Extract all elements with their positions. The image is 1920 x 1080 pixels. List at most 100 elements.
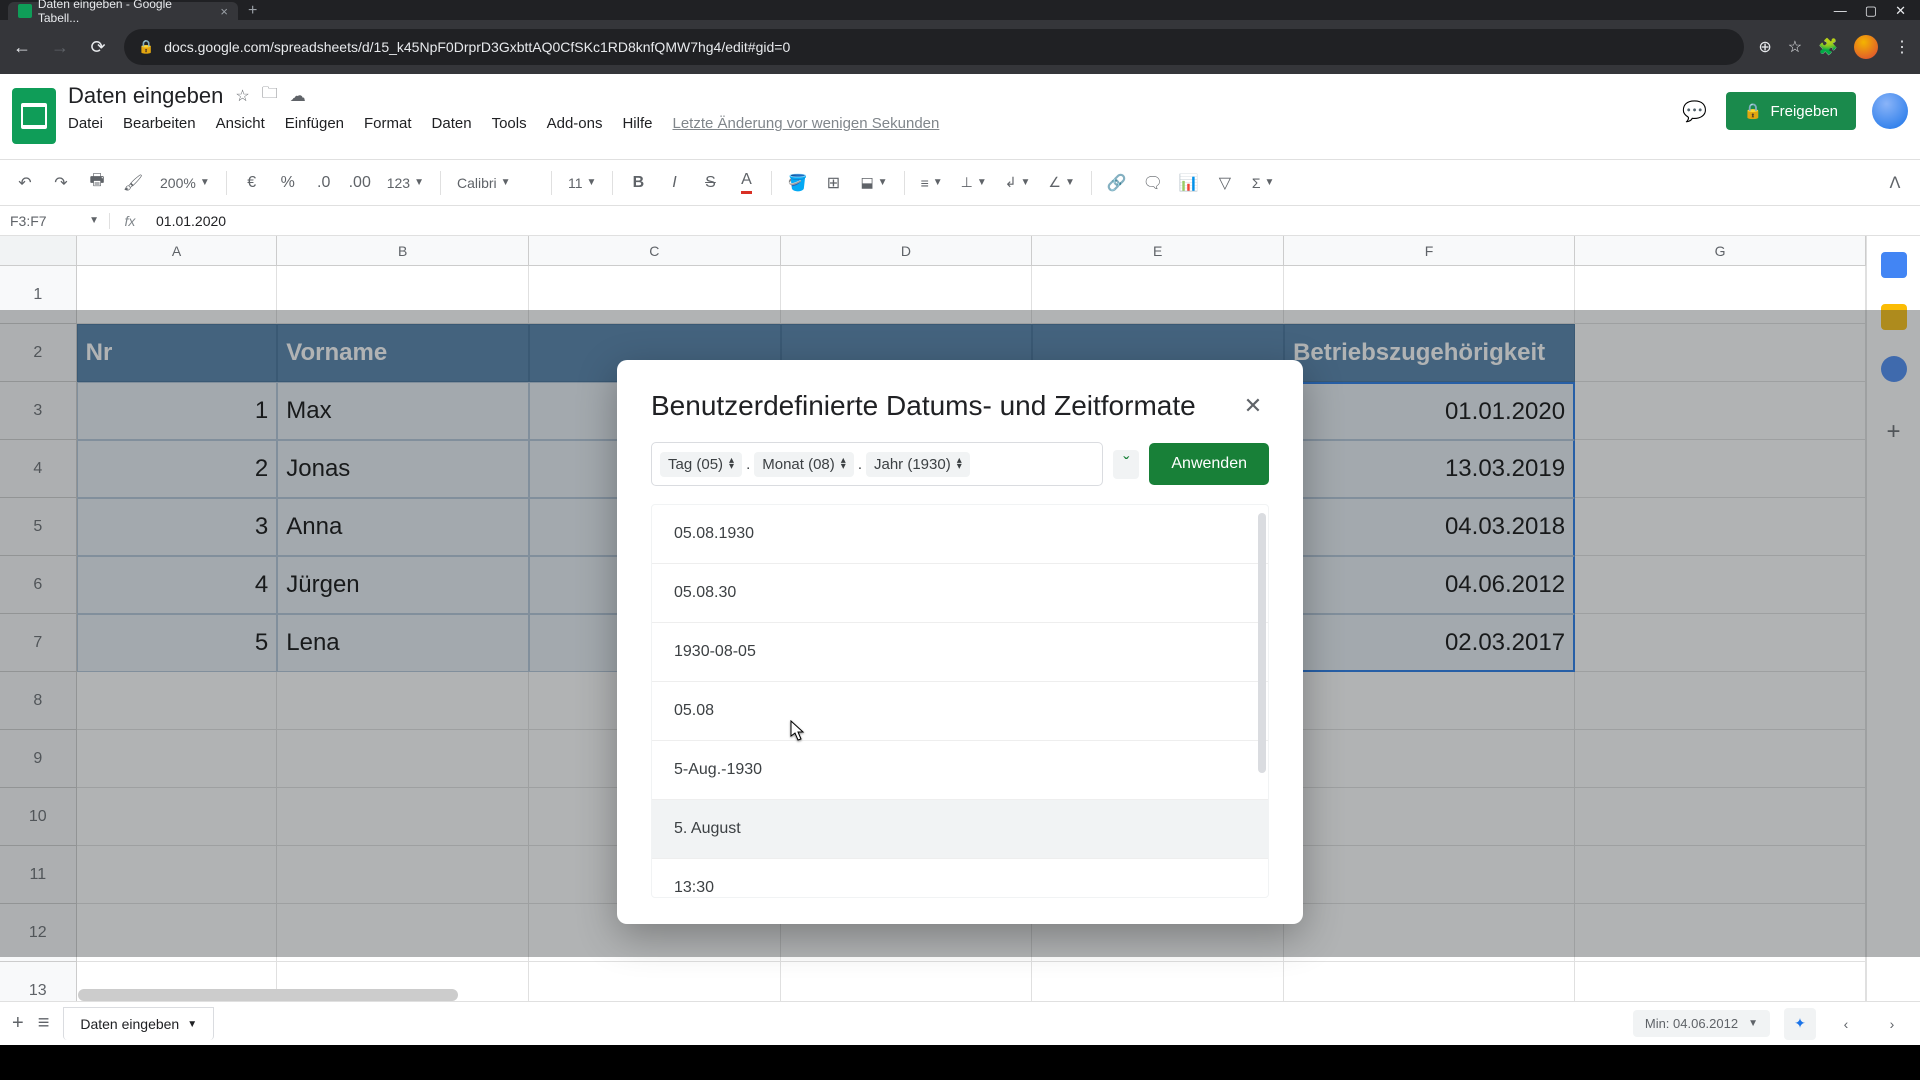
fill-color-button[interactable]: 🪣 (782, 168, 812, 198)
menu-data[interactable]: Daten (432, 115, 472, 132)
comments-icon[interactable]: 💬 (1680, 96, 1710, 126)
format-option[interactable]: 13:30 (652, 859, 1268, 898)
font-size-dropdown[interactable]: 11▼ (562, 175, 602, 191)
print-button[interactable]: 🖶 (82, 168, 112, 198)
format-option[interactable]: 05.08 (652, 682, 1268, 741)
add-sheet-button[interactable]: + (12, 1012, 24, 1035)
zoom-icon[interactable]: ⊕ (1758, 37, 1771, 57)
back-button[interactable]: ← (10, 37, 34, 58)
close-window-icon[interactable]: ✕ (1895, 3, 1906, 19)
account-avatar[interactable] (1872, 93, 1908, 129)
close-tab-icon[interactable]: × (220, 4, 228, 19)
column-header-G[interactable]: G (1575, 236, 1866, 265)
link-button[interactable]: 🔗 (1102, 168, 1132, 198)
text-color-button[interactable]: A (731, 168, 761, 198)
chart-button[interactable]: 📊 (1174, 168, 1204, 198)
filter-button[interactable]: ▽ (1210, 168, 1240, 198)
menu-edit[interactable]: Bearbeiten (123, 115, 196, 132)
paint-format-button[interactable]: 🖌 (118, 168, 148, 198)
close-dialog-button[interactable]: ✕ (1237, 393, 1269, 419)
cell[interactable] (1284, 962, 1575, 1001)
rotate-button[interactable]: ∠▼ (1042, 174, 1080, 191)
borders-button[interactable]: ⊞ (818, 168, 848, 198)
status-summary[interactable]: Min: 04.06.2012▼ (1633, 1010, 1770, 1037)
sheet-nav-left[interactable]: ‹ (1830, 1008, 1862, 1040)
format-list-scrollbar[interactable] (1258, 513, 1266, 773)
apply-button[interactable]: Anwenden (1149, 443, 1269, 485)
address-bar[interactable]: 🔒 docs.google.com/spreadsheets/d/15_k45N… (124, 29, 1744, 65)
browser-tab[interactable]: Daten eingeben - Google Tabell... × (8, 2, 238, 20)
merge-cells-button[interactable]: ⬓▼ (854, 174, 893, 191)
sheets-logo[interactable] (12, 88, 56, 144)
cell[interactable] (529, 962, 781, 1001)
column-header-C[interactable]: C (529, 236, 781, 265)
cell[interactable] (1575, 962, 1866, 1001)
collapse-toolbar-button[interactable]: ᐱ (1880, 168, 1910, 198)
format-option[interactable]: 5-Aug.-1930 (652, 741, 1268, 800)
format-option[interactable]: 05.08.30 (652, 564, 1268, 623)
menu-file[interactable]: Datei (68, 115, 103, 132)
currency-button[interactable]: € (237, 168, 267, 198)
menu-addons[interactable]: Add-ons (547, 115, 603, 132)
menu-format[interactable]: Format (364, 115, 412, 132)
last-edit-info[interactable]: Letzte Änderung vor wenigen Sekunden (672, 115, 939, 132)
comment-button[interactable]: 🗨 (1138, 168, 1168, 198)
strike-button[interactable]: S (695, 168, 725, 198)
cell[interactable] (1032, 962, 1284, 1001)
format-option[interactable]: 5. August (652, 800, 1268, 859)
menu-icon[interactable]: ⋮ (1894, 37, 1910, 57)
italic-button[interactable]: I (659, 168, 689, 198)
percent-button[interactable]: % (273, 168, 303, 198)
profile-avatar[interactable] (1854, 35, 1878, 59)
day-token[interactable]: Tag (05)▴▾ (660, 452, 742, 477)
maximize-icon[interactable]: ▢ (1865, 3, 1877, 19)
format-option[interactable]: 05.08.1930 (652, 505, 1268, 564)
sheet-nav-right[interactable]: › (1876, 1008, 1908, 1040)
increase-decimal-button[interactable]: .00 (345, 168, 375, 198)
name-box[interactable]: F3:F7▼ (0, 213, 110, 229)
menu-insert[interactable]: Einfügen (285, 115, 344, 132)
functions-button[interactable]: Σ▼ (1246, 175, 1281, 191)
horizontal-scrollbar[interactable] (78, 989, 458, 1001)
move-icon[interactable]: 🗀 (262, 82, 278, 109)
extensions-icon[interactable]: 🧩 (1818, 37, 1838, 57)
minimize-icon[interactable]: — (1834, 3, 1847, 19)
decrease-decimal-button[interactable]: .0 (309, 168, 339, 198)
document-title[interactable]: Daten eingeben (68, 83, 223, 109)
format-input[interactable]: Tag (05)▴▾ . Monat (08)▴▾ . Jahr (1930)▴… (651, 442, 1103, 486)
font-family-dropdown[interactable]: Calibri▼ (451, 175, 541, 191)
reload-button[interactable]: ⟳ (86, 37, 110, 58)
column-header-D[interactable]: D (781, 236, 1033, 265)
menu-help[interactable]: Hilfe (622, 115, 652, 132)
star-icon[interactable]: ☆ (235, 86, 249, 106)
share-button[interactable]: 🔒 Freigeben (1726, 92, 1856, 130)
bookmark-icon[interactable]: ☆ (1788, 37, 1802, 57)
number-format-dropdown[interactable]: 123▼ (381, 175, 430, 191)
cloud-icon[interactable]: ☁ (290, 86, 306, 106)
all-sheets-button[interactable]: ≡ (38, 1012, 50, 1035)
menu-view[interactable]: Ansicht (216, 115, 265, 132)
wrap-button[interactable]: ↲▼ (999, 174, 1037, 191)
calendar-sidebar-icon[interactable] (1881, 252, 1907, 278)
add-token-button[interactable]: ˇ (1113, 450, 1139, 479)
sheet-tab-active[interactable]: Daten eingeben▼ (63, 1007, 214, 1040)
select-all-corner[interactable] (0, 236, 77, 265)
column-header-E[interactable]: E (1032, 236, 1284, 265)
year-token[interactable]: Jahr (1930)▴▾ (866, 452, 970, 477)
explore-button[interactable] (1784, 1008, 1816, 1040)
bold-button[interactable]: B (623, 168, 653, 198)
row-header[interactable]: 13 (0, 962, 77, 1001)
v-align-button[interactable]: ⊥▼ (955, 174, 993, 191)
format-option[interactable]: 1930-08-05 (652, 623, 1268, 682)
column-header-A[interactable]: A (77, 236, 278, 265)
cell[interactable] (781, 962, 1033, 1001)
menu-tools[interactable]: Tools (492, 115, 527, 132)
zoom-dropdown[interactable]: 200%▼ (154, 175, 216, 191)
undo-button[interactable]: ↶ (10, 168, 40, 198)
column-header-F[interactable]: F (1284, 236, 1575, 265)
formula-input[interactable]: 01.01.2020 (150, 213, 226, 229)
h-align-button[interactable]: ≡▼ (915, 175, 949, 191)
redo-button[interactable]: ↷ (46, 168, 76, 198)
month-token[interactable]: Monat (08)▴▾ (754, 452, 854, 477)
new-tab-button[interactable]: + (238, 2, 267, 20)
